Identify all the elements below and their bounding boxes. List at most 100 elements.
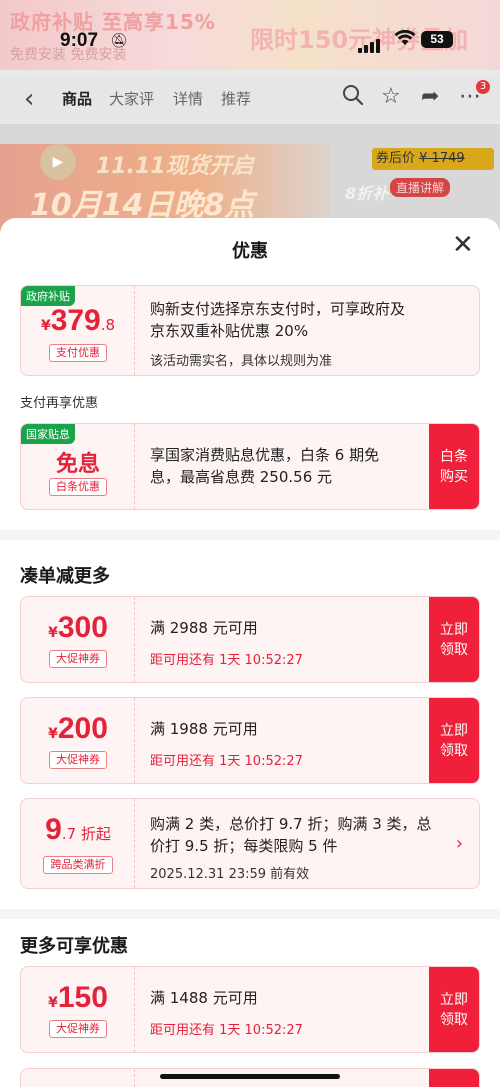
- search-icon[interactable]: [342, 84, 364, 112]
- sheet-title: 优惠: [232, 241, 268, 262]
- claim-coupon-button[interactable]: 立即 领取: [429, 597, 479, 682]
- cta-line-1: 白条: [440, 448, 468, 465]
- coupon-card[interactable]: ¥300 大促神券 满 2988 元可用 距可用还有 1天 10:52:27 立…: [20, 596, 480, 683]
- amount-decimal: .8: [100, 316, 116, 334]
- section-title-more-discount: 凑单减更多: [20, 566, 110, 587]
- discount-suffix: .7 折起: [61, 825, 111, 843]
- home-indicator: [160, 1074, 340, 1079]
- share-icon[interactable]: ➦: [421, 84, 439, 109]
- amount-integer: 150: [57, 981, 108, 1014]
- close-icon[interactable]: ✕: [452, 232, 474, 258]
- cta-line-2: 领取: [440, 742, 468, 759]
- tab-recommend[interactable]: 推荐: [221, 88, 251, 109]
- status-bar: 9:07 🔕︎ 53: [0, 0, 500, 80]
- discount-integer: 9: [45, 813, 62, 846]
- gov-subsidy-card[interactable]: 政府补贴 ¥379.8 支付优惠 购新支付选择京东支付时，可享政府及 京东双重补…: [20, 285, 480, 376]
- desc-line-1: 享国家消费贴息优惠，白条 6 期免: [150, 446, 380, 464]
- interest-word: 免息: [55, 452, 100, 477]
- coupon-amount: ¥300: [21, 611, 135, 645]
- currency-symbol: ¥: [48, 995, 58, 1011]
- gov-subsidy-desc: 购新支付选择京东支付时，可享政府及 京东双重补贴优惠 20%: [150, 298, 405, 342]
- claim-coupon-button[interactable]: [429, 1069, 479, 1087]
- play-icon[interactable]: ▶: [40, 144, 76, 180]
- amount-integer: 300: [57, 611, 108, 644]
- section-title-more-available: 更多可享优惠: [20, 936, 128, 957]
- coupon-threshold: 满 1988 元可用: [150, 720, 258, 738]
- product-nav-bar: ‹ 商品 大家评 详情 推荐 ☆ ➦ ⋯ 3: [0, 78, 500, 120]
- chevron-right-icon[interactable]: ›: [456, 833, 463, 854]
- coupon-countdown: 距可用还有 1天 10:52:27: [150, 754, 303, 769]
- cross-category-value: 9.7 折起: [21, 813, 135, 847]
- gov-subsidy-amount: ¥379.8: [21, 304, 135, 338]
- desc-line-1: 购满 2 类，总价打 9.7 折；购满 3 类，总: [150, 815, 432, 833]
- card-left-panel: 政府补贴 ¥379.8 支付优惠: [21, 286, 135, 375]
- card-left-panel: 9.7 折起 跨品类满折: [21, 799, 135, 888]
- card-left-panel: ¥150 大促神券: [21, 967, 135, 1052]
- background-page: 政府补贴 至高享15% 免费安装 免费安装 限时150元神券叠加 9:07 🔕︎…: [0, 0, 500, 240]
- card-left-panel: 国家贴息 免息 白条优惠: [21, 424, 135, 509]
- coupon-amount: ¥150: [21, 981, 135, 1015]
- claim-coupon-button[interactable]: 立即 领取: [429, 698, 479, 783]
- hero-price-tag: 券后价 ¥ 1749: [372, 148, 494, 170]
- section-divider: [0, 530, 500, 540]
- cta-line-1: 立即: [440, 722, 468, 739]
- tab-product[interactable]: 商品: [62, 88, 92, 109]
- cross-category-chip: 跨品类满折: [43, 856, 113, 874]
- desc-line-2: 价打 9.5 折；每类限购 5 件: [150, 837, 338, 855]
- amount-integer: 379: [50, 304, 101, 337]
- coupon-countdown: 距可用还有 1天 10:52:27: [150, 1023, 303, 1038]
- cta-line-2: 购买: [440, 468, 468, 485]
- currency-symbol: ¥: [40, 318, 51, 334]
- desc-line-1: 购新支付选择京东支付时，可享政府及: [150, 300, 406, 318]
- coupon-amount: ¥200: [21, 712, 135, 746]
- coupon-threshold: 满 1488 元可用: [150, 989, 258, 1007]
- cross-category-desc: 购满 2 类，总价打 9.7 折；购满 3 类，总 价打 9.5 折；每类限购 …: [150, 813, 432, 857]
- hero-line-1: 11.11现货开启: [96, 154, 254, 179]
- card-left-panel: ¥200 大促神券: [21, 698, 135, 783]
- currency-symbol: ¥: [48, 625, 58, 641]
- battery-indicator: 53: [421, 31, 453, 48]
- status-time: 9:07: [60, 30, 99, 51]
- discount-sheet: 优惠 ✕ 政府补贴 ¥379.8 支付优惠 购新支付选择京东支付时，可享政府及 …: [0, 218, 500, 1087]
- coupon-chip: 大促神券: [49, 751, 107, 769]
- coupon-countdown: 距可用还有 1天 10:52:27: [150, 653, 303, 668]
- cta-line-2: 领取: [440, 1011, 468, 1028]
- cta-line-1: 立即: [440, 991, 468, 1008]
- cta-line-1: 立即: [440, 621, 468, 638]
- star-icon[interactable]: ☆: [381, 84, 401, 109]
- coupon-card[interactable]: ¥200 大促神券 满 1988 元可用 距可用还有 1天 10:52:27 立…: [20, 697, 480, 784]
- interest-tag: 国家贴息: [21, 424, 75, 444]
- interest-chip: 白条优惠: [49, 478, 107, 496]
- cart-badge: 3: [476, 80, 490, 94]
- coupon-threshold: 满 2988 元可用: [150, 619, 258, 637]
- section-divider: [0, 909, 500, 919]
- hero-price-old: ¥ 1749: [419, 151, 465, 166]
- signal-icon: [358, 34, 382, 53]
- hero-price-label: 券后价: [376, 151, 416, 166]
- interest-desc: 享国家消费贴息优惠，白条 6 期免 息，最高省息费 250.56 元: [150, 444, 379, 488]
- hero-discount: 8折补: [345, 184, 389, 203]
- bell-off-icon: 🔕︎: [110, 33, 128, 49]
- interest-free-word: 免息: [21, 446, 135, 478]
- cross-category-card[interactable]: 9.7 折起 跨品类满折 购满 2 类，总价打 9.7 折；购满 3 类，总 价…: [20, 798, 480, 889]
- currency-symbol: ¥: [48, 726, 58, 742]
- baitiao-buy-button[interactable]: 白条 购买: [429, 424, 479, 509]
- tab-reviews[interactable]: 大家评: [109, 88, 154, 109]
- card-left-panel: [21, 1069, 135, 1087]
- coupon-chip: 大促神券: [49, 650, 107, 668]
- back-arrow-icon[interactable]: ‹: [24, 84, 34, 114]
- coupon-card[interactable]: ¥150 大促神券 满 1488 元可用 距可用还有 1天 10:52:27 立…: [20, 966, 480, 1053]
- cross-category-expiry: 2025.12.31 23:59 前有效: [150, 867, 310, 882]
- tab-details[interactable]: 详情: [173, 88, 203, 109]
- wifi-icon: [394, 29, 416, 51]
- coupon-chip: 大促神券: [49, 1020, 107, 1038]
- claim-coupon-button[interactable]: 立即 领取: [429, 967, 479, 1052]
- gov-subsidy-tag: 政府补贴: [21, 286, 75, 306]
- amount-integer: 200: [57, 712, 108, 745]
- interest-free-card[interactable]: 国家贴息 免息 白条优惠 享国家消费贴息优惠，白条 6 期免 息，最高省息费 2…: [20, 423, 480, 510]
- live-badge[interactable]: 直播讲解: [390, 178, 451, 197]
- cta-line-2: 领取: [440, 641, 468, 658]
- desc-line-2: 息，最高省息费 250.56 元: [150, 468, 333, 486]
- card-left-panel: ¥300 大促神券: [21, 597, 135, 682]
- gov-subsidy-chip: 支付优惠: [49, 344, 107, 362]
